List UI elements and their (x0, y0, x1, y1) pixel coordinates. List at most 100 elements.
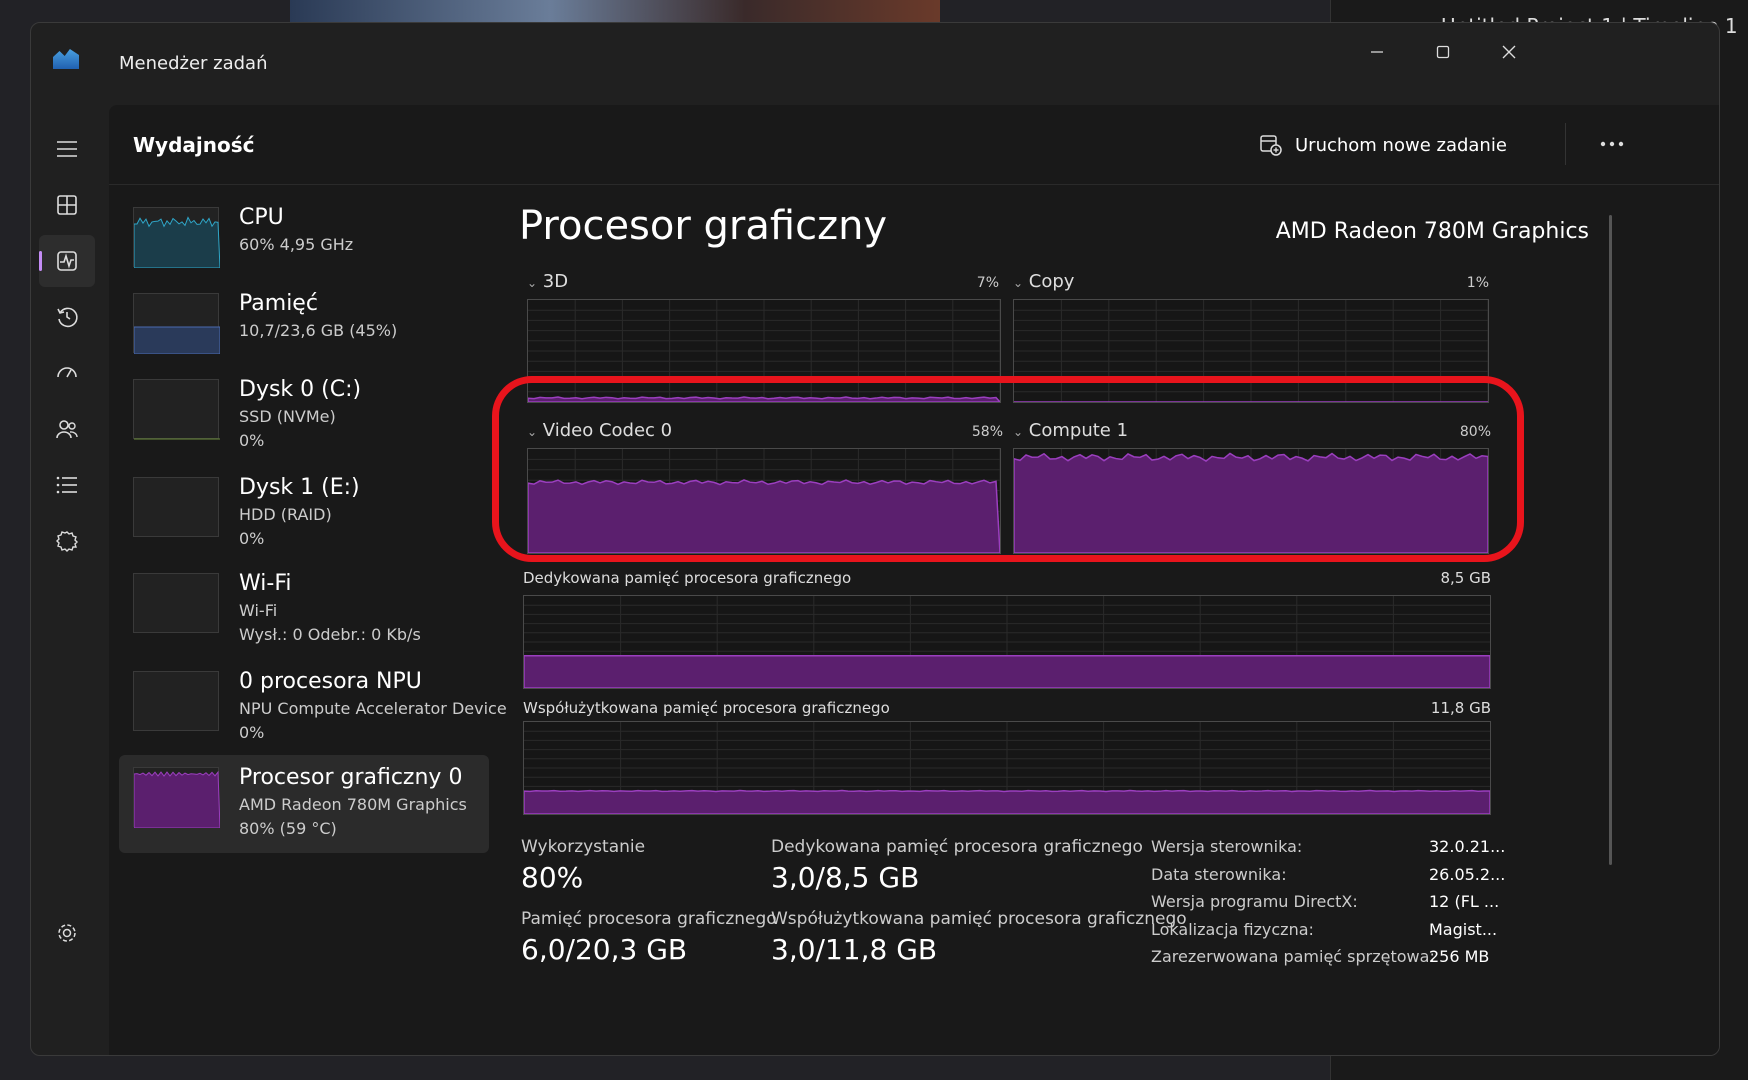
processes-icon (57, 195, 77, 215)
history-icon (57, 307, 78, 328)
close-icon (1502, 45, 1516, 59)
resource-detail: 60% 4,95 GHz (239, 235, 354, 254)
close-button[interactable] (1489, 37, 1529, 67)
header-divider (1565, 123, 1566, 165)
nav-users[interactable] (39, 403, 95, 455)
services-icon (56, 531, 78, 552)
utilization-value: 80% (521, 861, 584, 894)
detail-label: Lokalizacja fizyczna: (1151, 919, 1314, 939)
gpu-memory-value: 6,0/20,3 GB (521, 933, 688, 966)
maximize-icon (1436, 45, 1450, 59)
shared-stat-label: Współużytkowana pamięć procesora graficz… (771, 909, 1187, 929)
graph-plot (524, 722, 1490, 814)
resource-value: 0% (239, 431, 265, 450)
gear-icon (58, 924, 76, 942)
engine-3d-percent: 7% (976, 275, 999, 291)
content-area: Wydajność Uruchom nowe zadanie CPU 60% 4,… (109, 105, 1719, 1055)
resource-detail: Wi-Fi (239, 601, 278, 620)
resource-name: Wi-Fi (239, 571, 292, 596)
resource-name: 0 procesora NPU (239, 669, 422, 694)
nav-startup-apps[interactable] (39, 347, 95, 399)
dedicated-memory-label: Dedykowana pamięć procesora graficznego (523, 569, 852, 587)
resource-detail: AMD Radeon 780M Graphics (239, 795, 467, 814)
resource-detail: SSD (NVMe) (239, 407, 336, 426)
shared-memory-graph (523, 721, 1491, 815)
minimize-icon (1371, 51, 1383, 53)
engine-copy-label[interactable]: ⌄ Copy (1013, 271, 1074, 292)
resource-name: Procesor graficzny 0 (239, 765, 463, 790)
run-new-task-button[interactable]: Uruchom nowe zadanie (1259, 127, 1507, 163)
detail-value: Magist... (1429, 919, 1498, 939)
resource-item[interactable]: 0 procesora NPU NPU Compute Accelerator D… (119, 659, 507, 757)
engine-3d-label[interactable]: ⌄ 3D (527, 271, 568, 292)
new-task-icon (1260, 135, 1282, 156)
dedicated-stat-label: Dedykowana pamięć procesora graficznego (771, 837, 1143, 857)
graph-area (524, 789, 1490, 814)
highlight-annotation (492, 376, 1524, 562)
resource-thumbnail (133, 573, 219, 633)
graph-area (524, 655, 1490, 688)
nav-settings[interactable] (39, 907, 95, 959)
scrollbar[interactable] (1609, 215, 1612, 865)
resource-item[interactable]: Dysk 1 (E:) HDD (RAID) 0% (119, 465, 489, 563)
resource-item[interactable]: Dysk 0 (C:) SSD (NVMe) 0% (119, 367, 489, 465)
detail-value: 26.05.2... (1429, 864, 1506, 884)
nav-processes[interactable] (39, 179, 95, 231)
task-manager-icon (53, 49, 79, 69)
resource-detail: NPU Compute Accelerator Device (239, 699, 507, 718)
resource-item[interactable]: CPU 60% 4,95 GHz (119, 195, 489, 293)
navigation-pane (31, 105, 109, 1055)
hamburger-icon (57, 141, 77, 157)
minimize-button[interactable] (1357, 37, 1397, 67)
nav-services[interactable] (39, 515, 95, 567)
resource-detail: 10,7/23,6 GB (45%) (239, 321, 398, 340)
more-icon (1600, 141, 1624, 147)
dedicated-memory-max: 8,5 GB (1440, 569, 1491, 587)
resource-item[interactable]: Procesor graficzny 0 AMD Radeon 780M Grap… (119, 755, 489, 853)
maximize-button[interactable] (1423, 37, 1463, 67)
resource-name: Dysk 1 (E:) (239, 475, 360, 500)
graph-plot (524, 596, 1490, 688)
resource-detail: HDD (RAID) (239, 505, 332, 524)
run-new-task-label: Uruchom nowe zadanie (1295, 134, 1507, 156)
nav-app-history[interactable] (39, 291, 95, 343)
detail-value: 32.0.21... (1429, 837, 1506, 856)
shared-memory-label: Współużytkowana pamięć procesora graficz… (523, 699, 890, 717)
dedicated-stat-value: 3,0/8,5 GB (771, 861, 920, 894)
resource-value: 0% (239, 723, 265, 742)
resource-item[interactable]: Pamięć 10,7/23,6 GB (45%) (119, 281, 489, 379)
utilization-label: Wykorzystanie (521, 837, 646, 857)
resource-value: Wysł.: 0 Odebr.: 0 Kb/s (239, 625, 421, 644)
window-title: Menedżer zadań (119, 53, 268, 74)
gpu-memory-label: Pamięć procesora graficznego (521, 909, 777, 929)
shared-stat-value: 3,0/11,8 GB (771, 933, 938, 966)
resource-list: CPU 60% 4,95 GHz Pamięć 10,7/23,6 GB (45%) D… (109, 185, 507, 1055)
list-icon (56, 476, 77, 494)
resource-value: 0% (239, 529, 265, 548)
gpu-detail-panel: Procesor graficzny AMD Radeon 780M Graph… (519, 185, 1709, 1055)
title-bar[interactable]: Menedżer zadań (31, 23, 1719, 105)
more-options-button[interactable] (1599, 129, 1625, 154)
resource-name: CPU (239, 205, 284, 230)
resource-value: 80% (59 °C) (239, 819, 337, 838)
resource-item[interactable]: Wi-Fi Wi-Fi Wysł.: 0 Odebr.: 0 Kb/s (119, 561, 489, 659)
hamburger-menu-button[interactable] (39, 123, 95, 175)
gpu-title: Procesor graficzny (519, 203, 888, 249)
performance-icon (57, 251, 77, 271)
detail-value: 12 (FL ... (1429, 892, 1500, 911)
detail-label: Wersja programu DirectX: (1151, 892, 1358, 911)
resource-name: Dysk 0 (C:) (239, 377, 362, 402)
resource-thumbnail (133, 379, 220, 440)
page-header: Wydajność Uruchom nowe zadanie (109, 105, 1719, 185)
nav-performance[interactable] (39, 235, 95, 287)
resource-name: Pamięć (239, 291, 318, 316)
detail-value: 256 MB (1429, 947, 1490, 966)
dedicated-memory-graph (523, 595, 1491, 689)
detail-label: Zarezerwowana pamięć sprzętowa: (1151, 947, 1435, 966)
nav-details[interactable] (39, 459, 95, 511)
detail-label: Wersja sterownika: (1151, 837, 1303, 856)
resource-thumbnail (133, 207, 221, 269)
users-icon (56, 420, 78, 439)
shared-memory-max: 11,8 GB (1430, 699, 1491, 717)
page-title: Wydajność (133, 133, 255, 157)
